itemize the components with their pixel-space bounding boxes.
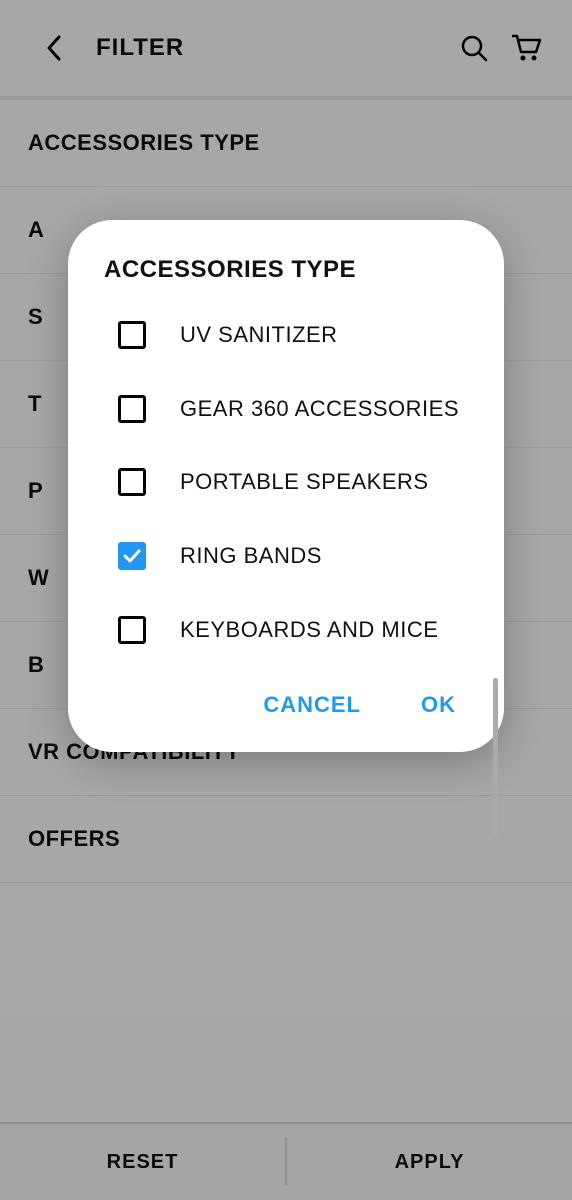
option-row[interactable]: GEAR 360 ACCESSORIES [104, 372, 468, 446]
dialog-options: UV SANITIZER GEAR 360 ACCESSORIES PORTAB… [68, 298, 504, 666]
option-row[interactable]: PORTABLE SPEAKERS [104, 445, 468, 519]
accessories-type-dialog: ACCESSORIES TYPE UV SANITIZER GEAR 360 A… [68, 220, 504, 752]
option-label: RING BANDS [180, 541, 322, 571]
option-row[interactable]: RING BANDS [104, 519, 468, 593]
option-row[interactable]: UV SANITIZER [104, 298, 468, 372]
dialog-actions: CANCEL OK [68, 666, 504, 728]
option-row[interactable]: KEYBOARDS AND MICE [104, 593, 468, 667]
option-label: GEAR 360 ACCESSORIES [180, 394, 459, 424]
checkbox-keyboards-mice[interactable] [118, 616, 146, 644]
checkbox-ring-bands[interactable] [118, 542, 146, 570]
ok-button[interactable]: OK [421, 692, 456, 718]
cancel-button[interactable]: CANCEL [263, 692, 361, 718]
checkbox-gear-360[interactable] [118, 395, 146, 423]
dialog-title: ACCESSORIES TYPE [68, 256, 504, 298]
checkbox-portable-speakers[interactable] [118, 468, 146, 496]
option-label: KEYBOARDS AND MICE [180, 615, 438, 645]
check-icon [123, 549, 141, 563]
option-label: PORTABLE SPEAKERS [180, 467, 429, 497]
option-label: UV SANITIZER [180, 320, 338, 350]
scrollbar-thumb[interactable] [493, 678, 498, 838]
checkbox-uv-sanitizer[interactable] [118, 321, 146, 349]
